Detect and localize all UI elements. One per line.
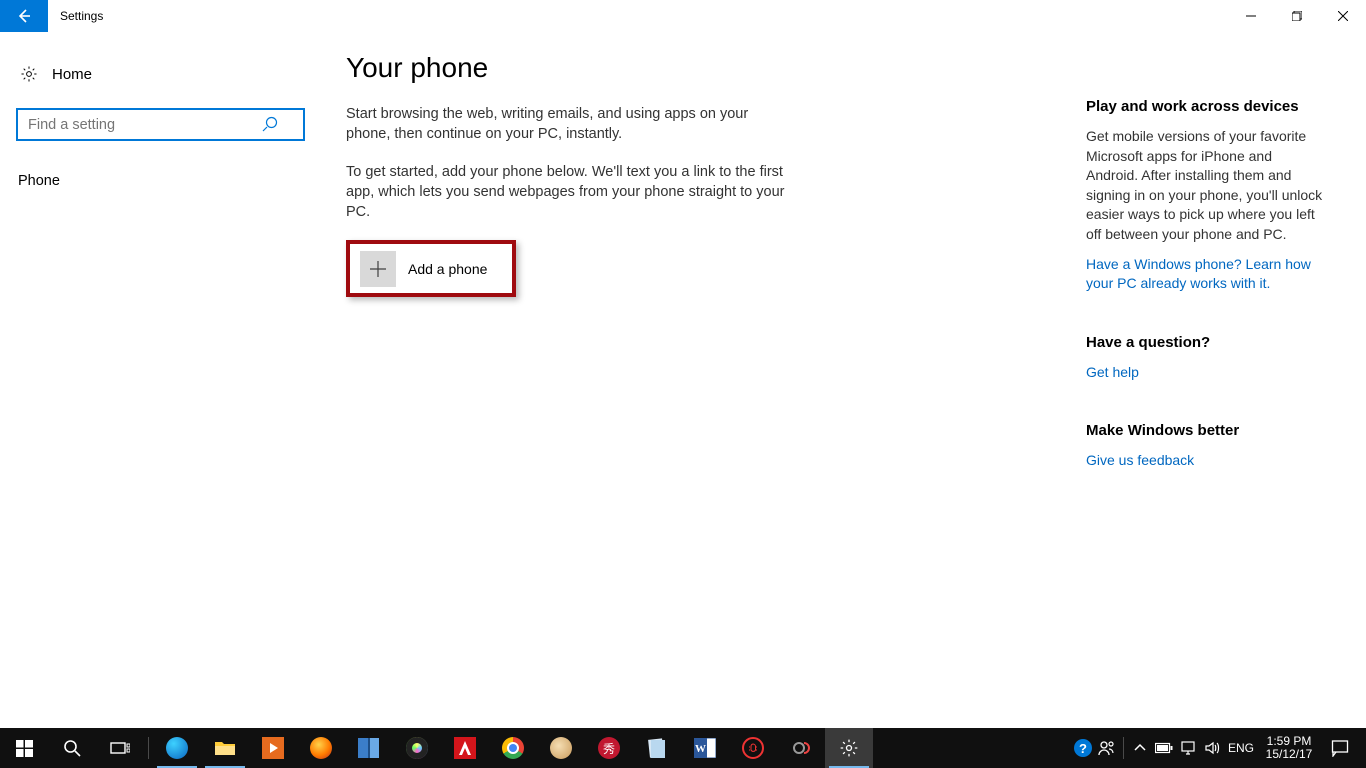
tray-language[interactable]: ENG xyxy=(1224,741,1258,755)
start-button[interactable] xyxy=(0,728,48,768)
intro-paragraph-2: To get started, add your phone below. We… xyxy=(346,162,786,222)
taskbar-app-dictionary[interactable] xyxy=(345,728,393,768)
tray-battery-icon[interactable] xyxy=(1152,728,1176,768)
close-button[interactable] xyxy=(1320,0,1366,32)
system-tray: ? ENG 1:59 PM 15/12/17 xyxy=(1071,728,1366,768)
window-title: Settings xyxy=(48,0,103,32)
home-nav-item[interactable]: Home xyxy=(16,54,294,94)
tray-clock[interactable]: 1:59 PM 15/12/17 xyxy=(1258,735,1320,761)
get-help-link[interactable]: Get help xyxy=(1086,363,1326,383)
play-icon xyxy=(262,737,284,759)
gear-icon xyxy=(20,65,38,83)
taskbar: 秀 W ? ENG 1:59 PM 15/12/17 xyxy=(0,728,1366,768)
plus-icon xyxy=(369,260,387,278)
note-icon xyxy=(647,738,667,758)
taskbar-app-xiu[interactable]: 秀 xyxy=(585,728,633,768)
firefox-icon xyxy=(310,737,332,759)
taskbar-app-settings[interactable] xyxy=(825,728,873,768)
word-icon: W xyxy=(694,738,716,758)
info-heading-play-work: Play and work across devices xyxy=(1086,98,1326,115)
taskbar-app-bug[interactable] xyxy=(729,728,777,768)
maximize-button[interactable] xyxy=(1274,0,1320,32)
tray-help-icon[interactable]: ? xyxy=(1071,728,1095,768)
close-icon xyxy=(1338,11,1348,21)
minimize-icon xyxy=(1246,11,1256,21)
tray-network-icon[interactable] xyxy=(1176,728,1200,768)
network-icon xyxy=(1180,740,1196,756)
xiu-icon: 秀 xyxy=(598,737,620,759)
bug-icon xyxy=(742,737,764,759)
taskbar-app-notes[interactable] xyxy=(633,728,681,768)
tray-people-icon[interactable] xyxy=(1095,728,1119,768)
action-center-button[interactable] xyxy=(1320,728,1360,768)
feedback-link[interactable]: Give us feedback xyxy=(1086,451,1326,471)
adobe-icon xyxy=(454,737,476,759)
battery-icon xyxy=(1155,742,1173,754)
chrome-icon xyxy=(502,737,524,759)
intro-paragraph-1: Start browsing the web, writing emails, … xyxy=(346,104,786,144)
maximize-icon xyxy=(1292,11,1302,21)
info-heading-feedback: Make Windows better xyxy=(1086,422,1326,439)
disc-icon xyxy=(406,737,428,759)
taskbar-app-acrobat[interactable] xyxy=(441,728,489,768)
loop-icon xyxy=(791,738,811,758)
tray-date: 15/12/17 xyxy=(1266,748,1313,761)
tray-overflow-button[interactable] xyxy=(1128,728,1152,768)
tray-volume-icon[interactable] xyxy=(1200,728,1224,768)
taskbar-app-chrome[interactable] xyxy=(489,728,537,768)
search-icon xyxy=(262,116,278,132)
taskbar-app-video[interactable] xyxy=(249,728,297,768)
book-icon xyxy=(358,738,380,758)
info-text-play-work: Get mobile versions of your favorite Mic… xyxy=(1086,127,1326,245)
gear-icon xyxy=(839,738,859,758)
title-bar: Settings xyxy=(0,0,1366,32)
taskbar-app-firefox[interactable] xyxy=(297,728,345,768)
taskbar-divider xyxy=(148,737,149,759)
main-content: Your phone Start browsing the web, writi… xyxy=(346,52,826,728)
arrow-left-icon xyxy=(16,8,32,24)
svg-text:W: W xyxy=(695,743,706,755)
folder-icon xyxy=(214,739,236,757)
search-icon xyxy=(63,739,81,757)
taskbar-app-loop[interactable] xyxy=(777,728,825,768)
plus-tile xyxy=(360,251,396,287)
notification-icon xyxy=(1331,739,1349,757)
taskbar-app-paint[interactable] xyxy=(537,728,585,768)
add-phone-label: Add a phone xyxy=(408,261,487,277)
tray-divider xyxy=(1123,737,1124,759)
taskbar-app-word[interactable]: W xyxy=(681,728,729,768)
window-controls xyxy=(1228,0,1366,32)
sidebar: Home Phone xyxy=(0,32,310,728)
chevron-up-icon xyxy=(1134,742,1146,754)
add-phone-button[interactable]: Add a phone xyxy=(346,240,516,297)
windows-phone-link[interactable]: Have a Windows phone? Learn how your PC … xyxy=(1086,255,1326,294)
info-column: Play and work across devices Get mobile … xyxy=(826,52,1342,728)
search-button[interactable] xyxy=(48,728,96,768)
page-title: Your phone xyxy=(346,52,826,84)
info-heading-question: Have a question? xyxy=(1086,334,1326,351)
sidebar-item-phone[interactable]: Phone xyxy=(16,163,294,199)
taskbar-app-disc[interactable] xyxy=(393,728,441,768)
home-label: Home xyxy=(52,66,92,83)
task-view-button[interactable] xyxy=(96,728,144,768)
people-icon xyxy=(1098,739,1116,757)
windows-logo-icon xyxy=(16,740,33,757)
taskbar-app-file-explorer[interactable] xyxy=(201,728,249,768)
task-view-icon xyxy=(110,740,130,756)
edge-icon xyxy=(166,737,188,759)
volume-icon xyxy=(1204,740,1220,756)
taskbar-app-edge[interactable] xyxy=(153,728,201,768)
minimize-button[interactable] xyxy=(1228,0,1274,32)
palette-icon xyxy=(550,737,572,759)
back-button[interactable] xyxy=(0,0,48,32)
